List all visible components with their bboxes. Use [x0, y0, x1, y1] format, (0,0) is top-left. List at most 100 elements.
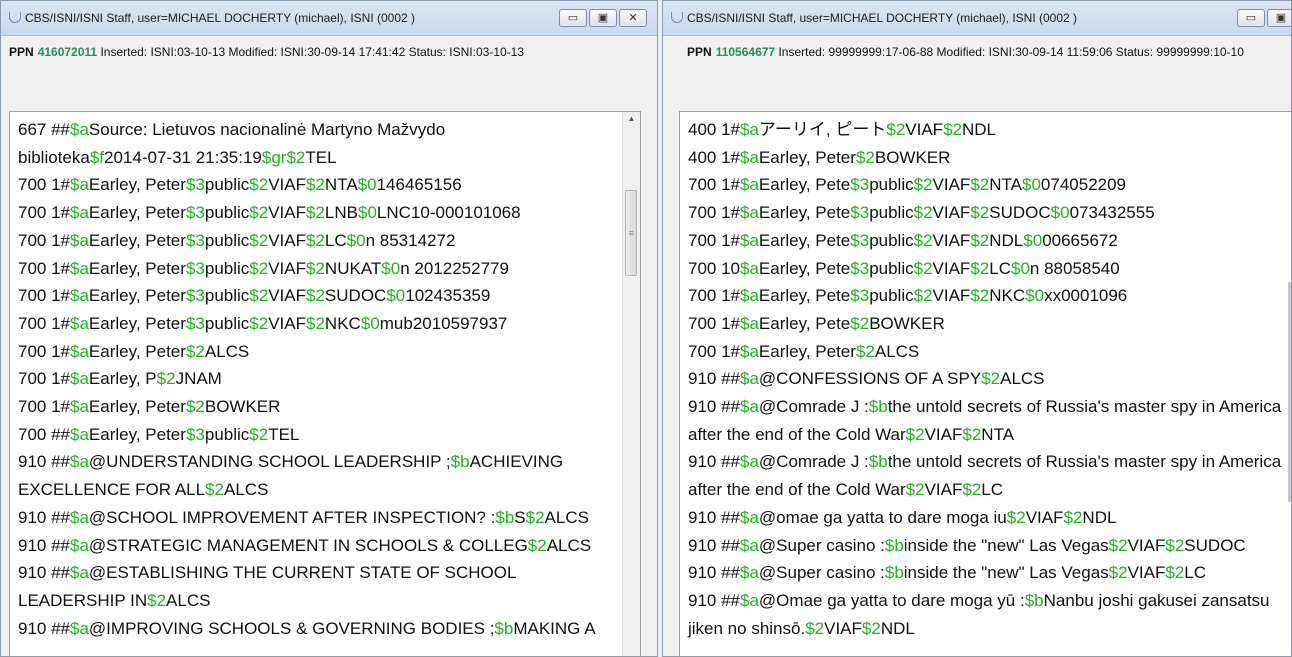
field-text: VIAF: [932, 203, 971, 223]
record-line[interactable]: biblioteka$f2014-07-31 21:35:19$gr$2TEL: [18, 144, 596, 172]
subfield-code: $2: [913, 203, 933, 223]
left-title-bar[interactable]: CBS/ISNI/ISNI Staff, user=MICHAEL DOCHER…: [1, 1, 657, 36]
subfield-code: $2: [913, 258, 933, 278]
minimize-button[interactable]: ▭: [559, 9, 587, 27]
ppn-label: PPN: [687, 45, 712, 59]
field-text: Earley, Peter: [758, 147, 856, 167]
field-text: Earley, Peter: [88, 286, 186, 306]
field-text: ALCS: [166, 590, 211, 610]
record-line[interactable]: 700 ##$aEarley, Peter$3public$2TEL: [18, 421, 596, 449]
record-line[interactable]: jiken no shinsō.$2VIAF$2NDL: [688, 615, 1281, 643]
subfield-code: $a: [740, 147, 759, 167]
record-line[interactable]: 910 ##$a@ESTABLISHING THE CURRENT STATE …: [18, 559, 596, 587]
vertical-scrollbar[interactable]: [1288, 282, 1291, 502]
field-text: 400 1#: [688, 120, 740, 139]
subfield-code: $a: [70, 618, 89, 638]
record-line[interactable]: 910 ##$a@omae ga yatta to dare moga iu$2…: [688, 504, 1281, 532]
field-text: public: [204, 203, 250, 223]
minimize-button[interactable]: ▭: [1237, 9, 1265, 27]
record-line[interactable]: 910 ##$a@Comrade J :$bthe untold secrets…: [688, 448, 1281, 476]
subfield-code: $3: [850, 258, 870, 278]
field-text: @Super casino :: [758, 535, 885, 555]
ppn-label: PPN: [9, 45, 34, 59]
record-line[interactable]: 700 1#$aEarley, Peter$3public$2VIAF$2LNB…: [18, 199, 596, 227]
subfield-code: $a: [70, 175, 89, 195]
record-line[interactable]: 700 1#$aEarley, Pete$2BOWKER: [688, 310, 1281, 338]
subfield-code: $3: [185, 313, 205, 333]
record-line[interactable]: 400 1#$aアーリイ, ピート$2VIAF$2NDL: [688, 116, 1281, 144]
record-line[interactable]: 700 1#$aEarley, Peter$3public$2VIAF$2NKC…: [18, 310, 596, 338]
subfield-code: $2: [970, 230, 990, 250]
right-record-editor[interactable]: 400 1#$aアーリイ, ピート$2VIAF$2NDL 400 1#$aEarl…: [679, 111, 1291, 656]
field-text: JNAM: [175, 369, 222, 389]
field-text: ALCS: [224, 480, 269, 500]
field-text: VIAF: [1127, 535, 1166, 555]
field-text: public: [869, 230, 914, 250]
field-text: 910 ##: [18, 452, 70, 472]
maximize-button[interactable]: ▣: [589, 9, 617, 27]
scrollbar-thumb[interactable]: ≡: [625, 190, 637, 276]
field-text: NKC: [989, 286, 1026, 306]
field-text: 910 ##: [688, 397, 740, 417]
subfield-code: $2: [943, 120, 962, 139]
field-text: VIAF: [268, 203, 306, 223]
scroll-up-arrow-icon[interactable]: ▲: [623, 114, 640, 123]
field-text: SUDOC: [1184, 535, 1246, 555]
record-line[interactable]: after the end of the Cold War$2VIAF$2LC: [688, 476, 1281, 504]
field-text: 910 ##: [688, 590, 740, 610]
field-text: 700 1#: [18, 258, 70, 278]
ppn-number[interactable]: 416072011: [38, 45, 97, 59]
record-line[interactable]: 667 ##$aSource: Lietuvos nacionalinė Mar…: [18, 116, 596, 144]
record-line[interactable]: 910 ##$a@CONFESSIONS OF A SPY$2ALCS: [688, 365, 1281, 393]
minimize-icon: ▭: [1245, 12, 1257, 24]
field-text: ALCS: [1000, 369, 1045, 389]
vertical-scrollbar[interactable]: ▲ ≡: [622, 112, 640, 656]
record-line[interactable]: 910 ##$a@SCHOOL IMPROVEMENT AFTER INSPEC…: [18, 504, 596, 532]
record-line[interactable]: 910 ##$a@Super casino :$binside the "new…: [688, 559, 1281, 587]
field-text: 910 ##: [688, 507, 740, 527]
subfield-code: $0: [386, 286, 406, 306]
record-line[interactable]: 700 1#$aEarley, Pete$3public$2VIAF$2NTA$…: [688, 171, 1281, 199]
field-text: 910 ##: [688, 452, 740, 472]
subfield-code: $a: [70, 397, 89, 417]
record-line[interactable]: 700 1#$aEarley, Pete$3public$2VIAF$2NKC$…: [688, 282, 1281, 310]
subfield-code: $2: [1108, 563, 1128, 583]
field-text: Earley, Pete: [758, 313, 851, 333]
record-line[interactable]: 910 ##$a@Omae ga yatta to dare moga yū :…: [688, 587, 1281, 615]
record-line[interactable]: 910 ##$a@STRATEGIC MANAGEMENT IN SCHOOLS…: [18, 532, 596, 560]
record-line[interactable]: 700 1#$aEarley, Peter$2ALCS: [18, 338, 596, 366]
subfield-code: $2: [306, 203, 325, 223]
record-line[interactable]: 700 1#$aEarley, Peter$2ALCS: [688, 338, 1281, 366]
field-text: S: [514, 507, 526, 527]
ppn-metadata: Inserted: ISNI:03-10-13 Modified: ISNI:3…: [100, 45, 525, 59]
record-line[interactable]: 700 1#$aEarley, Peter$3public$2VIAF$2LC$…: [18, 227, 596, 255]
record-line[interactable]: after the end of the Cold War$2VIAF$2NTA: [688, 421, 1281, 449]
right-title-bar[interactable]: CBS/ISNI/ISNI Staff, user=MICHAEL DOCHER…: [663, 1, 1291, 36]
record-line[interactable]: LEADERSHIP IN$2ALCS: [18, 587, 596, 615]
record-line[interactable]: 910 ##$a@Comrade J :$bthe untold secrets…: [688, 393, 1281, 421]
field-text: Earley, Peter: [88, 203, 186, 223]
record-line[interactable]: 700 1#$aEarley, P$2JNAM: [18, 365, 596, 393]
record-line[interactable]: 700 10$aEarley, Pete$3public$2VIAF$2LC$0…: [688, 255, 1281, 283]
record-line[interactable]: 400 1#$aEarley, Peter$2BOWKER: [688, 144, 1281, 172]
subfield-code: $2: [306, 258, 325, 278]
record-line[interactable]: 700 1#$aEarley, Peter$3public$2VIAF$2NTA…: [18, 171, 596, 199]
record-line[interactable]: EXCELLENCE FOR ALL$2ALCS: [18, 476, 596, 504]
field-text: Earley, Pete: [758, 203, 851, 223]
close-button[interactable]: ✕: [619, 9, 647, 27]
field-text: 910 ##: [18, 535, 70, 555]
maximize-button[interactable]: ▣: [1267, 9, 1291, 27]
record-line[interactable]: 700 1#$aEarley, Pete$3public$2VIAF$2NDL$…: [688, 227, 1281, 255]
record-line[interactable]: 910 ##$a@Super casino :$binside the "new…: [688, 532, 1281, 560]
field-text: @UNDERSTANDING SCHOOL LEADERSHIP ;: [88, 452, 451, 472]
record-line[interactable]: 700 1#$aEarley, Pete$3public$2VIAF$2SUDO…: [688, 199, 1281, 227]
record-line[interactable]: 910 ##$a@IMPROVING SCHOOLS & GOVERNING B…: [18, 615, 596, 643]
record-line[interactable]: 700 1#$aEarley, Peter$3public$2VIAF$2SUD…: [18, 282, 596, 310]
record-line[interactable]: 700 1#$aEarley, Peter$3public$2VIAF$2NUK…: [18, 255, 596, 283]
ppn-number[interactable]: 110564677: [716, 45, 775, 59]
record-line[interactable]: 910 ##$a@UNDERSTANDING SCHOOL LEADERSHIP…: [18, 448, 596, 476]
left-record-editor[interactable]: 667 ##$aSource: Lietuvos nacionalinė Mar…: [9, 111, 641, 656]
record-line[interactable]: 700 1#$aEarley, Peter$2BOWKER: [18, 393, 596, 421]
subfield-code: $a: [70, 341, 89, 361]
subfield-code: $0: [357, 175, 377, 195]
